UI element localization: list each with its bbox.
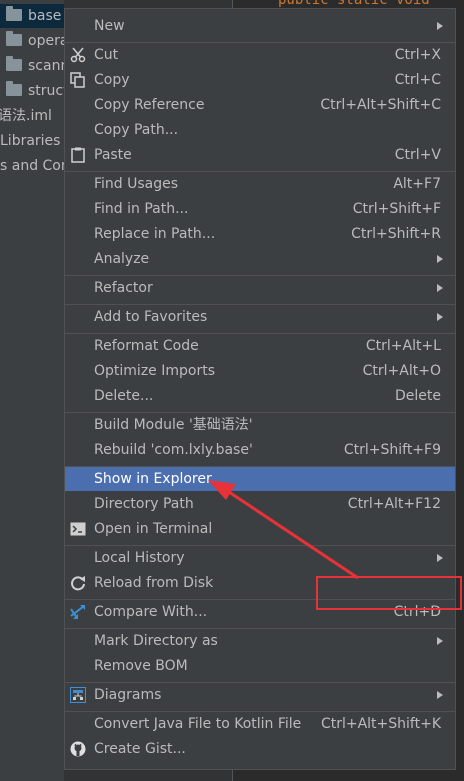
- annotation-arrow: [208, 480, 359, 580]
- annotation-box: [316, 576, 462, 610]
